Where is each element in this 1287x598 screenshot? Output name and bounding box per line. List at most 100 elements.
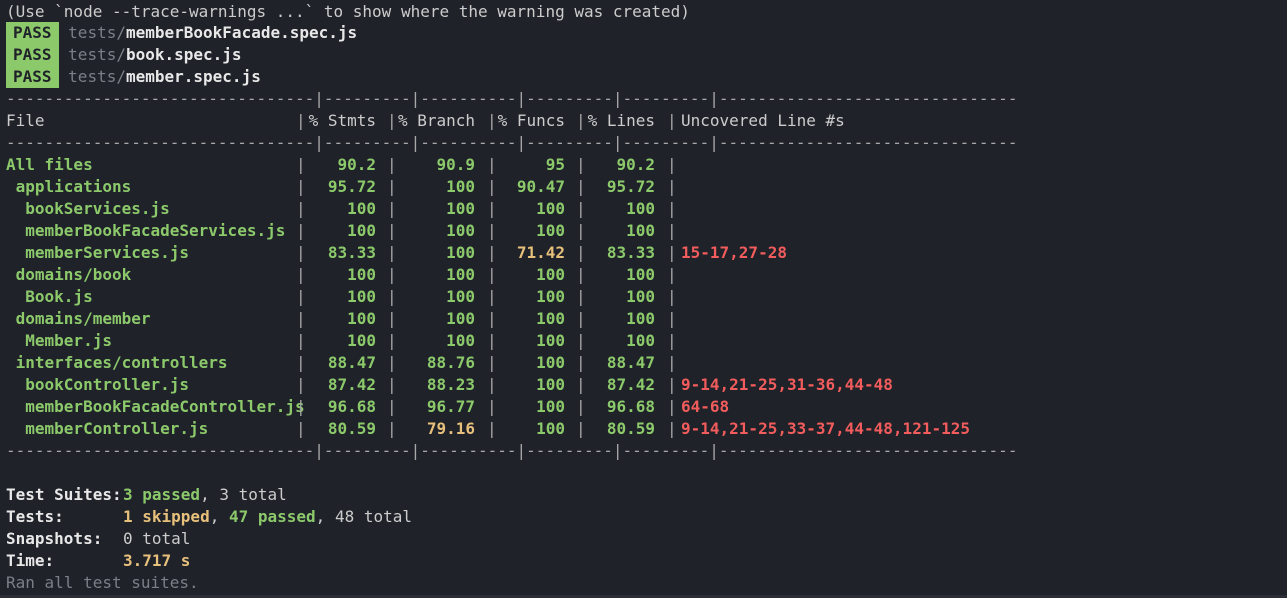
column-separator: | [387, 309, 397, 328]
header-file: File [6, 111, 45, 130]
time-value: 3.717 s [123, 551, 191, 570]
column-separator: | [387, 419, 397, 438]
table-row: Book.js 100 100 100 100 | | | | | [6, 286, 1276, 308]
column-separator: | [667, 155, 677, 174]
row-branch: 88.76 [426, 353, 475, 372]
column-separator: | [667, 353, 677, 372]
row-branch: 100 [446, 287, 475, 306]
row-branch: 100 [446, 199, 475, 218]
column-separator: | [387, 375, 397, 394]
column-separator: | [296, 111, 306, 130]
row-branch: 100 [446, 243, 475, 262]
row-file: All files [6, 155, 93, 174]
column-separator: | [667, 419, 677, 438]
pass-badge: PASS [6, 66, 59, 88]
column-separator: | [487, 221, 497, 240]
table-header-row: File% Stmts% Branch% Funcs% Lines Uncover… [6, 110, 1276, 132]
pass-result-line: PASS tests/member.spec.js [6, 66, 261, 88]
row-branch: 96.77 [426, 397, 475, 416]
row-branch: 88.23 [426, 375, 475, 394]
column-separator: | [667, 177, 677, 196]
row-file: memberController.js [6, 419, 209, 438]
row-branch: 100 [446, 331, 475, 350]
column-separator: | [296, 177, 306, 196]
test-file: book.spec.js [125, 45, 242, 64]
row-uncovered: 9-14,21-25,31-36,44-48 [681, 375, 893, 394]
column-separator: | [667, 287, 677, 306]
header-branch: % Branch [397, 111, 475, 130]
column-separator: | [387, 353, 397, 372]
column-separator: | [576, 397, 586, 416]
pass-result-line: PASS tests/book.spec.js [6, 44, 242, 66]
column-separator: | [576, 111, 586, 130]
column-separator: | [487, 155, 497, 174]
column-separator: | [296, 199, 306, 218]
column-separator: | [487, 419, 497, 438]
terminal-output: (Use `node --trace-warnings ...` to show… [0, 0, 1287, 598]
column-separator: | [487, 309, 497, 328]
test-suites-passed: 3 passed [123, 485, 201, 504]
row-branch: 79.16 [426, 419, 475, 438]
column-separator: | [387, 199, 397, 218]
test-dir: tests/ [68, 45, 126, 64]
column-separator: | [387, 331, 397, 350]
test-suites-label: Test Suites: [6, 485, 122, 504]
summary-tests: Tests: 1 skipped, 47 passed, 48 total [6, 506, 412, 528]
column-separator: | [576, 177, 586, 196]
column-separator: | [576, 221, 586, 240]
table-row: domains/member 100 100 100 100 | | | | | [6, 308, 1276, 330]
column-separator: | [487, 331, 497, 350]
column-separator: | [487, 243, 497, 262]
table-row: All files 90.2 90.9 95 90.2 | | | | | [6, 154, 1276, 176]
summary-test-suites: Test Suites: 3 passed, 3 total [6, 484, 287, 506]
tests-passed: 47 passed [228, 507, 316, 526]
column-separator: | [667, 221, 677, 240]
table-divider: --------------------------------|-------… [6, 133, 1018, 152]
test-suites-total: , 3 total [200, 485, 287, 504]
column-separator: | [667, 397, 677, 416]
column-separator: | [296, 287, 306, 306]
column-separator: | [576, 287, 586, 306]
column-separator: | [487, 177, 497, 196]
column-separator: | [576, 331, 586, 350]
summary-snapshots: Snapshots: 0 total [6, 528, 190, 550]
row-branch: 100 [446, 221, 475, 240]
column-separator: | [296, 221, 306, 240]
column-separator: | [296, 265, 306, 284]
table-row: bookController.js 87.42 88.23 100 87.42 9-14,… [6, 374, 1276, 396]
row-uncovered: 9-14,21-25,33-37,44-48,121-125 [681, 419, 970, 438]
column-separator: | [487, 287, 497, 306]
row-uncovered: 64-68 [681, 397, 730, 416]
row-branch: 90.9 [436, 155, 475, 174]
row-file: applications [6, 177, 132, 196]
tests-label: Tests: [6, 507, 64, 526]
column-separator: | [667, 331, 677, 350]
row-branch: 100 [446, 265, 475, 284]
table-row: domains/book 100 100 100 100 | | | | | [6, 264, 1276, 286]
column-separator: | [667, 309, 677, 328]
row-file: memberServices.js [6, 243, 190, 262]
pass-badge: PASS [6, 22, 59, 44]
column-separator: | [667, 111, 677, 130]
column-separator: | [667, 375, 677, 394]
column-separator: | [487, 375, 497, 394]
row-file: bookController.js [6, 375, 190, 394]
row-branch: 100 [446, 177, 475, 196]
column-separator: | [487, 111, 497, 130]
column-separator: | [296, 243, 306, 262]
row-file: memberBookFacadeServices.js [6, 221, 286, 240]
column-separator: | [576, 419, 586, 438]
column-separator: | [296, 309, 306, 328]
column-separator: | [487, 199, 497, 218]
table-row: bookServices.js 100 100 100 100 | | | | | [6, 198, 1276, 220]
snapshots-value: 0 total [123, 529, 191, 548]
table-row: memberServices.js 83.33 100 71.42 83.33 15-17… [6, 242, 1276, 264]
table-row: applications 95.72 100 90.47 95.72 | | | | | [6, 176, 1276, 198]
column-separator: | [387, 287, 397, 306]
column-separator: | [387, 265, 397, 284]
column-separator: | [667, 199, 677, 218]
column-separator: | [296, 331, 306, 350]
column-separator: | [296, 155, 306, 174]
column-separator: | [387, 397, 397, 416]
test-file: member.spec.js [125, 67, 261, 86]
